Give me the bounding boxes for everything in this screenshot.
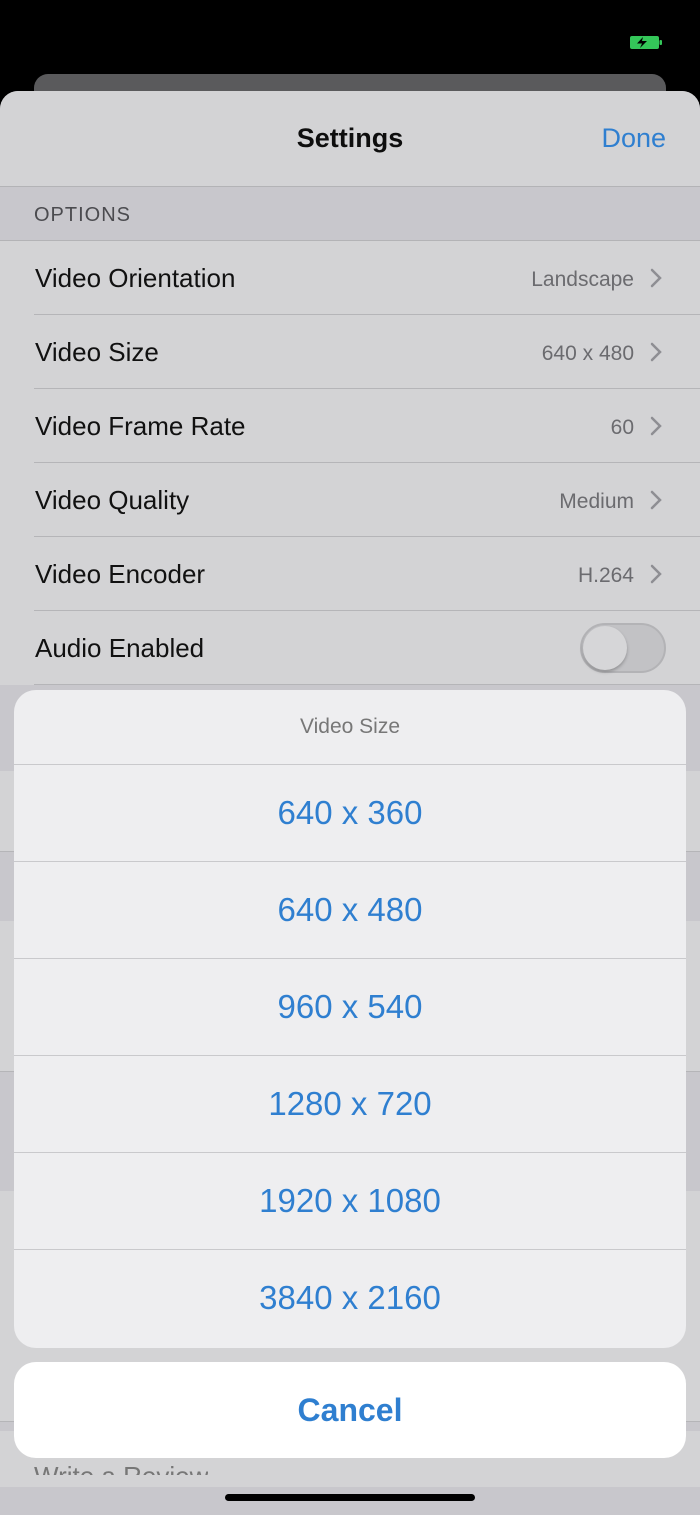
row-label: Audio Enabled bbox=[35, 633, 205, 663]
navigation-bar: Settings Done bbox=[0, 91, 700, 187]
option-640x480[interactable]: 640 x 480 bbox=[14, 862, 686, 959]
row-label: Video Size bbox=[35, 337, 159, 367]
row-label: Video Orientation bbox=[35, 263, 236, 293]
row-label: Video Encoder bbox=[35, 559, 206, 589]
row-video-size[interactable]: Video Size 640 x 480 bbox=[0, 315, 700, 389]
row-video-encoder[interactable]: Video Encoder H.264 bbox=[0, 537, 700, 611]
chevron-right-icon bbox=[650, 416, 662, 436]
chevron-right-icon bbox=[650, 564, 662, 584]
done-button[interactable]: Done bbox=[601, 123, 666, 154]
row-video-frame-rate[interactable]: Video Frame Rate 60 bbox=[0, 389, 700, 463]
row-video-orientation[interactable]: Video Orientation Landscape bbox=[0, 241, 700, 315]
page-title: Settings bbox=[296, 123, 404, 153]
toggle-knob bbox=[583, 626, 627, 670]
chevron-right-icon bbox=[650, 342, 662, 362]
row-value: Landscape bbox=[531, 268, 634, 291]
option-960x540[interactable]: 960 x 540 bbox=[14, 959, 686, 1056]
row-value: H.264 bbox=[577, 564, 634, 587]
audio-enabled-toggle[interactable] bbox=[580, 623, 666, 673]
write-review-label: Write a Review bbox=[34, 1461, 208, 1475]
home-indicator[interactable] bbox=[225, 1494, 475, 1501]
option-3840x2160[interactable]: 3840 x 2160 bbox=[14, 1250, 686, 1346]
options-table: Video Orientation Landscape Video Size 6… bbox=[0, 240, 700, 685]
video-size-action-sheet: Video Size 640 x 360 640 x 480 960 x 540… bbox=[14, 690, 686, 1348]
chevron-right-icon bbox=[650, 490, 662, 510]
row-value: 60 bbox=[610, 416, 634, 439]
option-640x360[interactable]: 640 x 360 bbox=[14, 765, 686, 862]
row-audio-enabled: Audio Enabled bbox=[0, 611, 700, 685]
option-1280x720[interactable]: 1280 x 720 bbox=[14, 1056, 686, 1153]
row-value: 640 x 480 bbox=[541, 342, 634, 365]
section-header-options: OPTIONS bbox=[34, 204, 132, 226]
row-label: Video Quality bbox=[35, 485, 190, 515]
cancel-button[interactable]: Cancel bbox=[14, 1362, 686, 1458]
row-value: Medium bbox=[559, 490, 634, 513]
battery-charging-icon bbox=[630, 36, 662, 49]
option-1920x1080[interactable]: 1920 x 1080 bbox=[14, 1153, 686, 1250]
row-label: Video Frame Rate bbox=[35, 411, 246, 441]
chevron-right-icon bbox=[650, 268, 662, 288]
row-video-quality[interactable]: Video Quality Medium bbox=[0, 463, 700, 537]
action-sheet-title: Video Size bbox=[14, 690, 686, 765]
